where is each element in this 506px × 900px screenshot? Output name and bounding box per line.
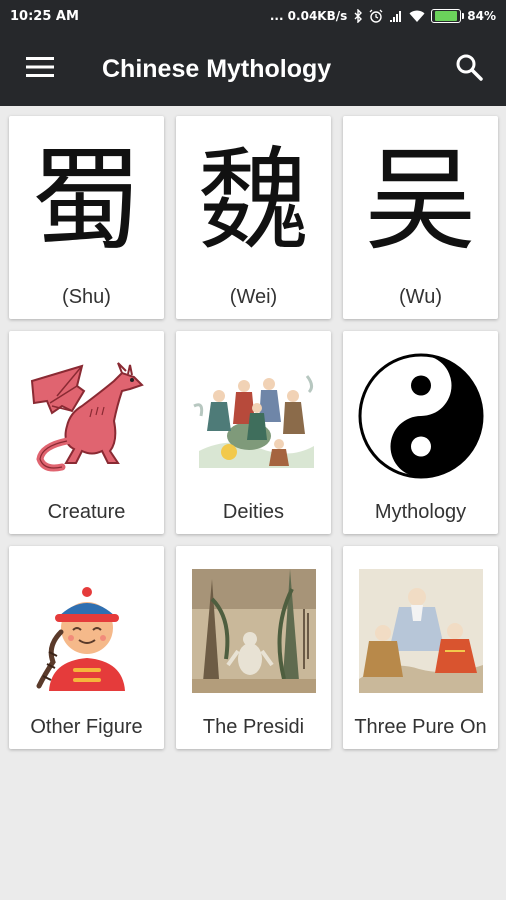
three-pure-ones-frame [358, 569, 483, 693]
presiding-painting [176, 556, 331, 706]
hamburger-menu-icon [26, 56, 54, 82]
alarm-icon [369, 9, 383, 23]
status-bar: 10:25 AM ... 0.04KB/s 84% [0, 0, 506, 32]
wei-glyph: 魏 [197, 136, 310, 266]
deities-group-painting [176, 341, 331, 491]
card-label-wei: (Wei) [229, 286, 278, 308]
card-wei[interactable]: 魏 (Wei) [176, 116, 331, 319]
wu-glyph: 吴 [364, 136, 477, 266]
card-three-pure-ones[interactable]: Three Pure On [343, 546, 498, 749]
yin-yang-symbol [343, 341, 498, 491]
shu-glyph: 蜀 [30, 136, 143, 266]
search-icon [455, 53, 483, 85]
card-label-mythology: Mythology [374, 501, 467, 523]
signal-icon [389, 10, 403, 23]
battery-level [435, 11, 458, 21]
card-creature[interactable]: Creature [9, 331, 164, 534]
card-label-wu: (Wu) [399, 286, 442, 308]
shu-character-image: 蜀 [9, 126, 164, 276]
wei-character-image: 魏 [176, 126, 331, 276]
card-deities[interactable]: Deities [176, 331, 331, 534]
status-time: 10:25 AM [10, 8, 79, 24]
wifi-icon [409, 10, 425, 23]
card-other-figure[interactable]: Other Figure [9, 546, 164, 749]
presiding-painting-frame [191, 569, 316, 693]
card-label-creature: Creature [47, 501, 126, 523]
card-label-other-figure: Other Figure [30, 716, 143, 738]
battery-icon [431, 9, 465, 23]
card-label-three-pure-ones: Three Pure On [354, 716, 487, 738]
search-button[interactable] [432, 32, 506, 106]
wu-character-image: 吴 [343, 126, 498, 276]
card-label-deities: Deities [222, 501, 285, 523]
bluetooth-icon [353, 9, 363, 23]
chinese-figure-avatar [9, 556, 164, 706]
card-label-shu: (Shu) [62, 286, 111, 308]
three-pure-ones-painting [343, 556, 498, 706]
battery-percent: 84% [467, 9, 496, 23]
card-the-presidi[interactable]: The Presidi [176, 546, 331, 749]
menu-button[interactable] [0, 32, 80, 106]
card-wu[interactable]: 吴 (Wu) [343, 116, 498, 319]
card-label-the-presidi: The Presidi [202, 716, 305, 738]
card-mythology[interactable]: Mythology [343, 331, 498, 534]
app-bar: Chinese Mythology [0, 32, 506, 106]
network-speed: ... 0.04KB/s [269, 9, 348, 23]
red-dragon-illustration [9, 341, 164, 491]
page-title: Chinese Mythology [102, 54, 332, 83]
card-shu[interactable]: 蜀 (Shu) [9, 116, 164, 319]
status-icons: ... 0.04KB/s 84% [270, 9, 496, 23]
category-grid: 蜀 (Shu) 魏 (Wei) 吴 (Wu) Creature Deities … [9, 116, 498, 749]
